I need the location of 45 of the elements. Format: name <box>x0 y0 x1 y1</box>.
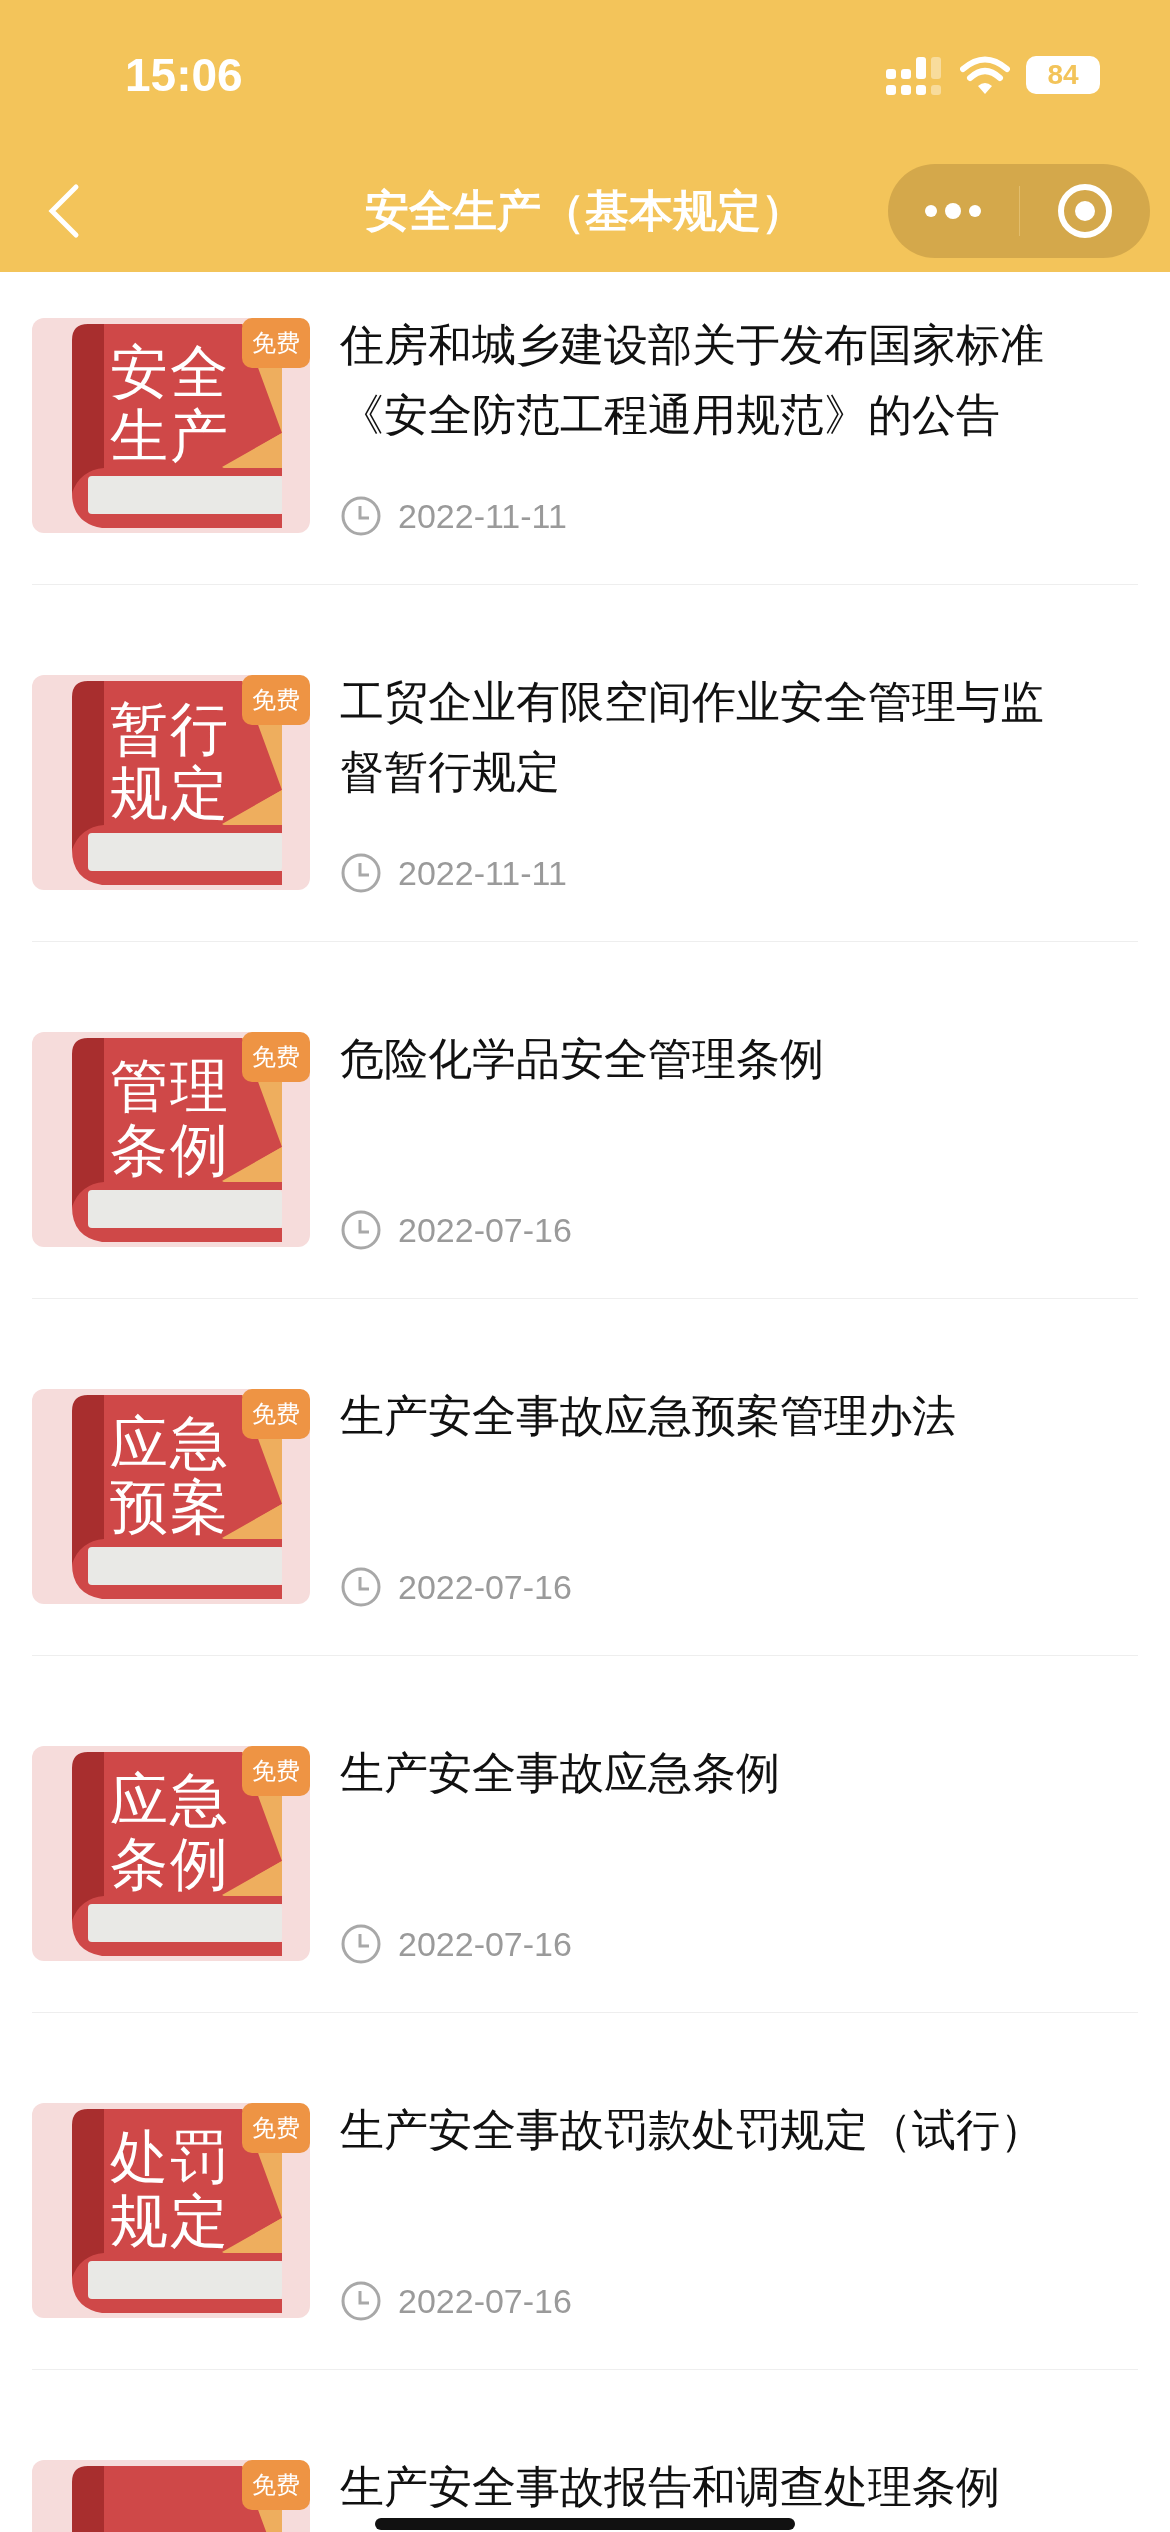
free-badge: 免费 <box>242 1389 310 1439</box>
free-badge: 免费 <box>242 1746 310 1796</box>
cover-text: 应急 <box>110 1768 230 1832</box>
battery-level: 84 <box>1026 56 1100 94</box>
article-title[interactable]: 生产安全事故报告和调查处理条例 <box>340 2452 1070 2522</box>
publish-date: 2022-07-16 <box>398 2281 572 2321</box>
article-title[interactable]: 生产安全事故应急条例 <box>340 1738 1070 1808</box>
publish-date: 2022-07-16 <box>398 1924 572 1964</box>
free-badge: 免费 <box>242 675 310 725</box>
close-icon[interactable] <box>1056 183 1113 239</box>
free-badge: 免费 <box>242 318 310 368</box>
article-title[interactable]: 危险化学品安全管理条例 <box>340 1024 1070 1094</box>
free-badge: 免费 <box>242 2460 310 2510</box>
cover-text: 暂行 <box>110 697 230 761</box>
clock-icon <box>340 852 382 894</box>
clock-icon <box>340 1923 382 1965</box>
article-title[interactable]: 住房和城乡建设部关于发布国家标准《安全防范工程通用规范》的公告 <box>340 310 1070 450</box>
free-badge: 免费 <box>242 1032 310 1082</box>
publish-date: 2022-11-11 <box>398 853 567 893</box>
clock-icon <box>340 2280 382 2322</box>
article-title[interactable]: 生产安全事故罚款处罚规定（试行） <box>340 2095 1070 2165</box>
cover-text: 处罚 <box>110 2125 230 2189</box>
publish-date: 2022-07-16 <box>398 1210 572 1250</box>
cover-text: 预案 <box>110 1475 230 1539</box>
article-title[interactable]: 工贸企业有限空间作业安全管理与监督暂行规定 <box>340 667 1070 807</box>
clock-icon <box>340 1209 382 1251</box>
cover-text: 规定 <box>110 2189 230 2253</box>
cover-text: 条例 <box>110 1832 230 1896</box>
article-title[interactable]: 生产安全事故应急预案管理办法 <box>340 1381 1070 1451</box>
cover-text: 安全 <box>110 340 230 404</box>
cover-text: 规定 <box>110 761 230 825</box>
more-icon[interactable] <box>923 203 984 219</box>
cover-text: 管理 <box>110 1054 230 1118</box>
clock-icon <box>340 495 382 537</box>
status-time: 15:06 <box>125 48 244 102</box>
free-badge: 免费 <box>242 2103 310 2153</box>
cover-text: 条例 <box>110 1118 230 1182</box>
cover-text: 应急 <box>110 1411 230 1475</box>
signal-icon <box>886 55 944 95</box>
clock-icon <box>340 1566 382 1608</box>
page-title: 安全生产（基本规定） <box>365 184 805 236</box>
publish-date: 2022-07-16 <box>398 1567 572 1607</box>
wifi-icon <box>960 56 1010 94</box>
cover-text: 生产 <box>110 404 230 468</box>
publish-date: 2022-11-11 <box>398 496 567 536</box>
